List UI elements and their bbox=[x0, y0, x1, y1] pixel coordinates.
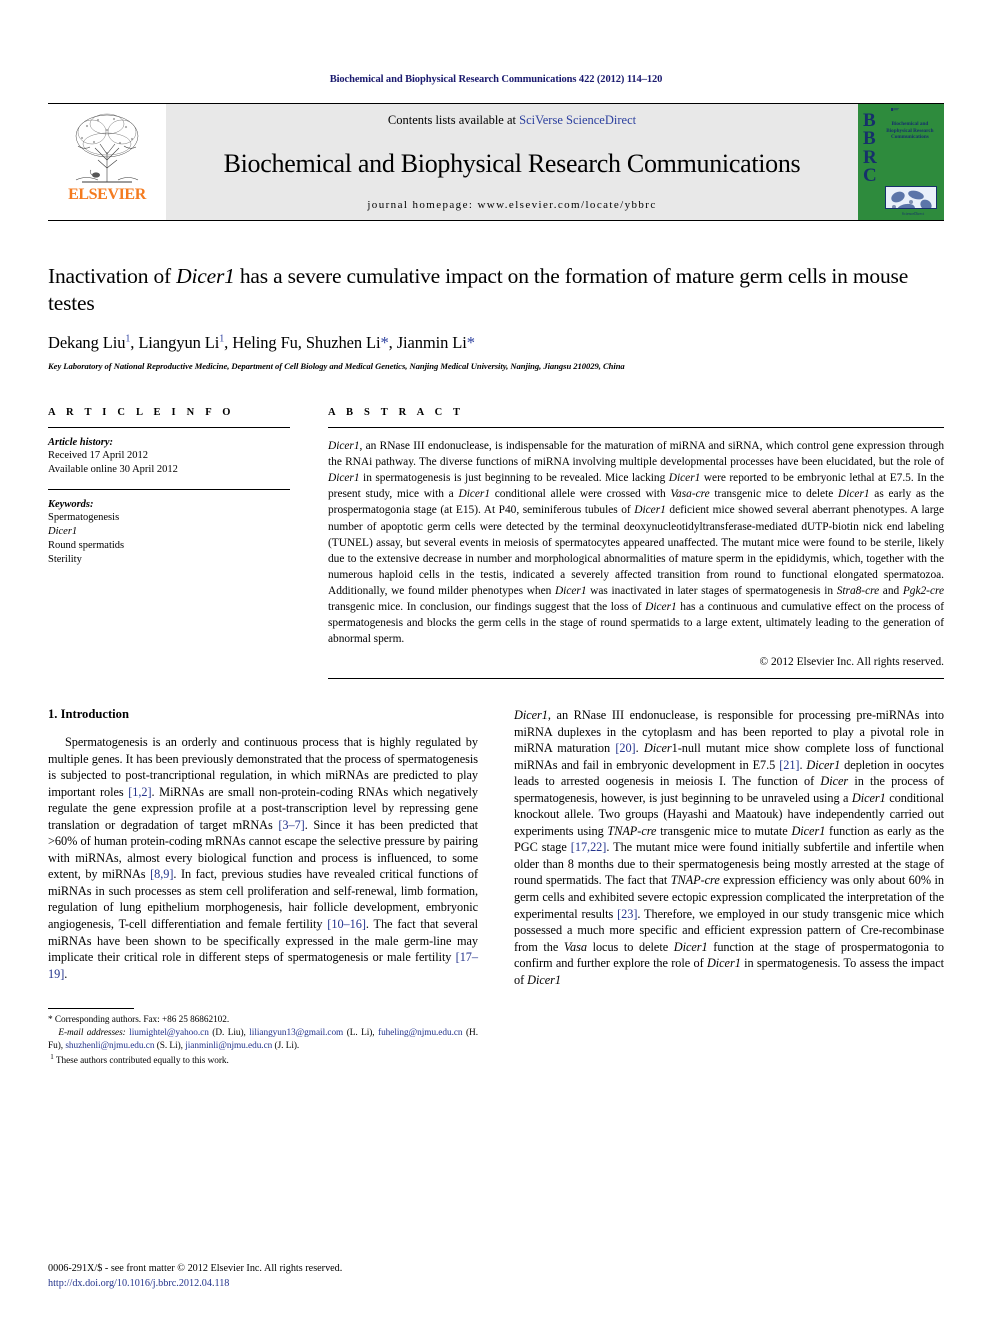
page-title: Inactivation of Dicer1 has a severe cumu… bbox=[48, 263, 944, 317]
cover-journal-name: Biochemical and Biophysical Research Com… bbox=[886, 121, 934, 141]
title-part-1: Inactivation of bbox=[48, 264, 177, 288]
cover-footer-text: ScienceDirect bbox=[901, 211, 925, 216]
intro-paragraph-2: Dicer1, an RNase III endonuclease, is re… bbox=[514, 708, 945, 987]
journal-title: Biochemical and Biophysical Research Com… bbox=[223, 148, 801, 178]
author-5-mark: * bbox=[466, 333, 475, 353]
author-1-mark: 1 bbox=[125, 333, 131, 345]
email-4[interactable]: shuzhenli@njmu.edu.cn bbox=[65, 1041, 154, 1051]
author-1: Dekang Liu1 bbox=[48, 333, 130, 352]
section-title-introduction: 1. Introduction bbox=[48, 707, 129, 722]
email-1-who: (D. Liu) bbox=[212, 1028, 244, 1039]
journal-homepage-link[interactable]: journal homepage: www.elsevier.com/locat… bbox=[367, 199, 656, 211]
intro-paragraph-1: Spermatogenesis is an orderly and contin… bbox=[48, 735, 478, 981]
email-2-who: (L. Li) bbox=[346, 1028, 373, 1039]
header-center: Contents lists available at SciVerse Sci… bbox=[166, 104, 858, 220]
email-1[interactable]: liumightel@yahoo.cn bbox=[129, 1028, 209, 1038]
title-block: Inactivation of Dicer1 has a severe cumu… bbox=[48, 263, 944, 371]
author-2-mark: 1 bbox=[219, 333, 225, 345]
info-abstract-section: A R T I C L E I N F O Article history: R… bbox=[48, 407, 945, 680]
body-column-right: Dicer1, an RNase III endonuclease, is re… bbox=[514, 707, 944, 1068]
footnote-equal-mark: 1 bbox=[50, 1053, 54, 1062]
author-4-mark: * bbox=[380, 333, 389, 353]
abstract-rule-bottom bbox=[328, 678, 944, 680]
abstract-column: A B S T R A C T Dicer1, an RNase III end… bbox=[328, 407, 945, 680]
affiliation: Key Laboratory of National Reproductive … bbox=[48, 361, 625, 372]
cover-micrograph-icon bbox=[886, 187, 936, 209]
email-5[interactable]: jianminli@njmu.edu.cn bbox=[185, 1041, 272, 1051]
keyword-3: Round spermatids bbox=[48, 539, 125, 551]
elsevier-wordmark: ELSEVIER bbox=[68, 186, 146, 203]
abstract-text: Dicer1, an RNase III endonuclease, is in… bbox=[328, 440, 945, 646]
cover-top-row: BBRC Biochemical and Biophysical Researc… bbox=[861, 110, 941, 186]
footnote-block: * Corresponding authors. Fax: +86 25 868… bbox=[48, 1008, 478, 1068]
article-info-column: A R T I C L E I N F O Article history: R… bbox=[48, 407, 290, 679]
author-5-name: Jianmin Li bbox=[396, 333, 467, 353]
article-received-date: Received 17 April 2012 bbox=[48, 450, 149, 462]
elsevier-logo: ELSEVIER bbox=[48, 104, 166, 220]
email-2[interactable]: liliangyun13@gmail.com bbox=[249, 1028, 343, 1038]
author-2: Liangyun Li1 bbox=[138, 333, 224, 352]
sciencedirect-link[interactable]: SciVerse ScienceDirect bbox=[519, 113, 636, 127]
footnote-asterisk-icon: * bbox=[48, 1015, 53, 1026]
article-online-date: Available online 30 April 2012 bbox=[48, 464, 178, 476]
author-4: Shuzhen Li* bbox=[306, 333, 389, 352]
keyword-1: Spermatogenesis bbox=[48, 511, 120, 523]
article-info-label: A R T I C L E I N F O bbox=[48, 407, 235, 419]
contents-prefix: Contents lists available at bbox=[387, 113, 520, 127]
contents-available-line: Contents lists available at SciVerse Sci… bbox=[388, 113, 636, 128]
footnote-equal-contribution: 1 These authors contributed equally to t… bbox=[48, 1053, 478, 1068]
author-5: Jianmin Li* bbox=[397, 333, 475, 352]
footnote-emails: E-mail addresses: liumightel@yahoo.cn (D… bbox=[48, 1028, 478, 1052]
email-3[interactable]: fuheling@njmu.edu.cn bbox=[378, 1028, 463, 1038]
article-history-group: Article history: Received 17 April 2012 … bbox=[48, 428, 290, 488]
footnote-corresponding: * Corresponding authors. Fax: +86 25 868… bbox=[48, 1014, 478, 1027]
author-list: Dekang Liu1, Liangyun Li1, Heling Fu, Sh… bbox=[48, 333, 475, 353]
author-4-name: Shuzhen Li bbox=[305, 333, 381, 353]
email-4-who: (S. Li) bbox=[156, 1041, 181, 1052]
title-gene-name: Dicer1 bbox=[176, 264, 235, 288]
running-head: Biochemical and Biophysical Research Com… bbox=[329, 74, 663, 85]
keyword-2: Dicer1 bbox=[48, 525, 78, 537]
email-5-who: (J. Li) bbox=[274, 1041, 297, 1052]
journal-header-band: ELSEVIER Contents lists available at Sci… bbox=[48, 103, 944, 221]
author-3: Heling Fu bbox=[232, 333, 298, 353]
author-2-name: Liangyun Li bbox=[138, 333, 220, 353]
cover-figure-image bbox=[885, 186, 937, 209]
keywords-group: Keywords: Spermatogenesis Dicer1 Round s… bbox=[48, 490, 290, 579]
page-footer: 0006-291X/$ - see front matter © 2012 El… bbox=[48, 1262, 478, 1291]
footnote-equal-text: These authors contributed equally to thi… bbox=[55, 1056, 229, 1067]
footnote-rule bbox=[48, 1008, 134, 1010]
article-history-heading: Article history: bbox=[48, 437, 114, 449]
keyword-4: Sterility bbox=[48, 554, 82, 566]
footnote-corresponding-text: Corresponding authors. Fax: +86 25 86862… bbox=[54, 1015, 230, 1026]
body-column-left: 1. Introduction Spermatogenesis is an or… bbox=[48, 707, 478, 1068]
footnote-email-heading: E-mail addresses: bbox=[58, 1028, 126, 1039]
elsevier-tree-icon bbox=[75, 113, 139, 183]
paper-page: Biochemical and Biophysical Research Com… bbox=[0, 0, 992, 1323]
front-matter-line: 0006-291X/$ - see front matter © 2012 El… bbox=[48, 1263, 343, 1275]
doi-link[interactable]: http://dx.doi.org/10.1016/j.bbrc.2012.04… bbox=[48, 1277, 478, 1291]
abstract-copyright: © 2012 Elsevier Inc. All rights reserved… bbox=[759, 656, 944, 669]
keywords-heading: Keywords: bbox=[48, 498, 94, 510]
body-columns: 1. Introduction Spermatogenesis is an or… bbox=[48, 707, 944, 1068]
abstract-label: A B S T R A C T bbox=[328, 407, 465, 419]
cover-bbrc-letters: BBRC bbox=[863, 110, 877, 186]
journal-cover-thumbnail: BBRC Biochemical and Biophysical Researc… bbox=[858, 104, 944, 220]
author-1-name: Dekang Liu bbox=[48, 333, 126, 353]
